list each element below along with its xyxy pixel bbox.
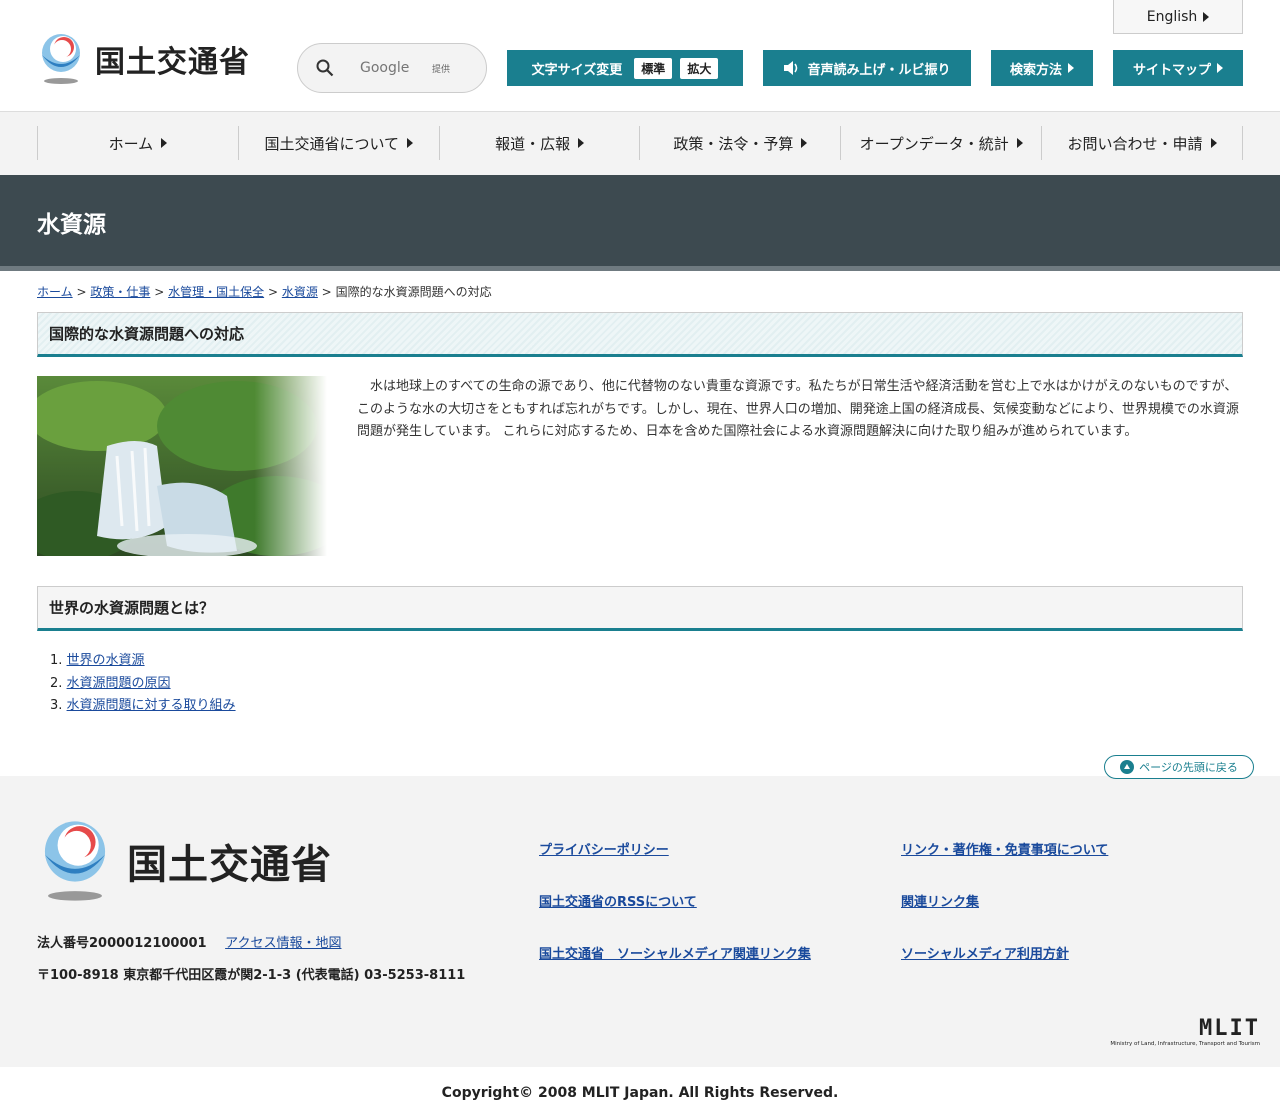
site-logo[interactable]: 国土交通省: [37, 33, 250, 85]
arrow-right-icon: [578, 138, 585, 148]
gnav-policy[interactable]: 政策・法令・予算: [640, 126, 842, 160]
back-to-top-label: ページの先頭に戻る: [1139, 761, 1238, 774]
list-item: 1. 世界の水資源: [50, 650, 236, 673]
font-large-button[interactable]: 拡大: [680, 57, 719, 79]
list-number: 2.: [50, 675, 63, 691]
gnav-label: 政策・法令・予算: [673, 134, 794, 153]
global-nav: ホーム 国土交通省について 報道・広報 政策・法令・予算 オープンデータ・統計 …: [0, 112, 1280, 175]
breadcrumb-separator: >: [321, 285, 332, 299]
link-world-water[interactable]: 世界の水資源: [67, 653, 145, 668]
breadcrumb-water-resources[interactable]: 水資源: [282, 285, 318, 299]
sitemap-label: サイトマップ: [1132, 62, 1211, 78]
english-label: English: [1146, 8, 1198, 25]
breadcrumb-separator: >: [267, 285, 278, 299]
font-standard-button[interactable]: 標準: [634, 57, 673, 79]
copyright: Copyright© 2008 MLIT Japan. All Rights R…: [441, 1084, 839, 1101]
breadcrumb-policy[interactable]: 政策・仕事: [90, 285, 150, 299]
search-provided-label: 提供: [432, 64, 451, 75]
arrow-right-icon: [1217, 63, 1223, 73]
page-title: 水資源: [37, 212, 106, 238]
section-heading-world-water: 世界の水資源問題とは？: [37, 586, 1243, 631]
english-button[interactable]: English: [1113, 0, 1243, 34]
gnav-home[interactable]: ホーム: [38, 126, 239, 160]
arrow-up-icon: [1120, 760, 1135, 774]
gnav-label: ホーム: [108, 134, 154, 153]
footer-link-social-policy[interactable]: ソーシャルメディア利用方針: [901, 943, 1069, 962]
mlit-logo-text: MLIT: [1199, 1016, 1260, 1041]
topic-list: 1. 世界の水資源 2. 水資源問題の原因 3. 水資源問題に対する取り組み: [50, 650, 236, 718]
list-number: 3.: [50, 698, 63, 713]
arrow-right-icon: [407, 138, 414, 148]
search-icon[interactable]: [316, 59, 334, 77]
sitemap-button[interactable]: サイトマップ: [1113, 50, 1243, 86]
footer-link-privacy[interactable]: プライバシーポリシー: [539, 839, 669, 858]
arrow-right-icon: [1203, 11, 1210, 22]
arrow-right-icon: [1210, 138, 1217, 148]
font-size-control: 文字サイズ変更 標準 拡大: [507, 50, 743, 86]
footer-link-social-links[interactable]: 国土交通省 ソーシャルメディア関連リンク集: [539, 943, 811, 962]
access-map-link[interactable]: アクセス情報・地図: [225, 936, 341, 951]
link-water-efforts[interactable]: 水資源問題に対する取り組み: [67, 698, 236, 713]
page-title-band: 水資源: [0, 175, 1280, 271]
mlit-logo-subtext: Ministry of Land, Infrastructure, Transp…: [1110, 1041, 1260, 1047]
search-method-button[interactable]: 検索方法: [991, 50, 1093, 86]
breadcrumb-separator: >: [76, 285, 87, 299]
arrow-right-icon: [801, 138, 808, 148]
breadcrumb: ホーム > 政策・仕事 > 水管理・国土保全 > 水資源 > 国際的な水資源問題…: [37, 283, 492, 300]
font-size-label: 文字サイズ変更: [531, 62, 623, 78]
speech-button[interactable]: 音声読み上げ・ルビ振り: [763, 50, 971, 86]
gnav-label: オープンデータ・統計: [859, 134, 1009, 153]
footer-link-related[interactable]: 関連リンク集: [901, 891, 979, 910]
footer-address: 〒100-8918 東京都千代田区霞が関2-1-3 (代表電話) 03-5253…: [37, 968, 466, 983]
gnav-label: 国土交通省について: [264, 134, 400, 153]
breadcrumb-separator: >: [154, 285, 165, 299]
section-heading-international: 国際的な水資源問題への対応: [37, 312, 1243, 357]
link-water-causes[interactable]: 水資源問題の原因: [67, 676, 171, 691]
gnav-contact[interactable]: お問い合わせ・申請: [1042, 126, 1243, 160]
speech-label: 音声読み上げ・ルビ振り: [807, 62, 951, 78]
arrow-right-icon: [1016, 138, 1023, 148]
list-number: 1.: [50, 653, 63, 668]
site-header: 国土交通省 English 提供 文字サイズ変更 標準 拡大 音声読み上げ・ルビ…: [0, 0, 1280, 112]
footer-link-copyright[interactable]: リンク・著作権・免責事項について: [901, 839, 1108, 858]
arrow-right-icon: [1068, 63, 1074, 73]
list-item: 3. 水資源問題に対する取り組み: [50, 695, 236, 718]
footer-link-rss[interactable]: 国土交通省のRSSについて: [539, 891, 697, 910]
mlit-emblem-icon: [44, 821, 106, 901]
corporate-number: 法人番号2000012100001 アクセス情報・地図: [37, 932, 341, 951]
site-logo-text: 国土交通省: [95, 45, 250, 80]
waterfall-image: [37, 376, 327, 556]
arrow-right-icon: [161, 138, 168, 148]
footer-logo[interactable]: 国土交通省: [37, 818, 332, 904]
speaker-icon: [784, 61, 798, 75]
mlit-logo: MLIT Ministry of Land, Infrastructure, T…: [1100, 1016, 1260, 1047]
gnav-about[interactable]: 国土交通省について: [239, 126, 440, 160]
gnav-label: お問い合わせ・申請: [1067, 134, 1203, 153]
gnav-opendata[interactable]: オープンデータ・統計: [841, 126, 1043, 160]
intro-paragraph: 水は地球上のすべての生命の源であり、他に代替物のない貴重な資源です。私たちが日常…: [357, 379, 1239, 439]
gnav-press[interactable]: 報道・広報: [440, 126, 641, 160]
footer-logo-text: 国土交通省: [127, 842, 332, 888]
gnav-label: 報道・広報: [495, 134, 571, 153]
corp-number-text: 法人番号2000012100001: [37, 936, 207, 951]
list-item: 2. 水資源問題の原因: [50, 673, 236, 696]
back-to-top-button[interactable]: ページの先頭に戻る: [1104, 755, 1254, 779]
site-footer: 国土交通省 法人番号2000012100001 アクセス情報・地図 〒100-8…: [0, 776, 1280, 1067]
breadcrumb-current: 国際的な水資源問題への対応: [335, 285, 492, 299]
search-method-label: 検索方法: [1009, 62, 1062, 78]
mlit-emblem-icon: [42, 34, 80, 84]
breadcrumb-water-management[interactable]: 水管理・国土保全: [168, 285, 264, 299]
search-box[interactable]: 提供: [297, 43, 487, 93]
breadcrumb-home[interactable]: ホーム: [37, 285, 73, 299]
